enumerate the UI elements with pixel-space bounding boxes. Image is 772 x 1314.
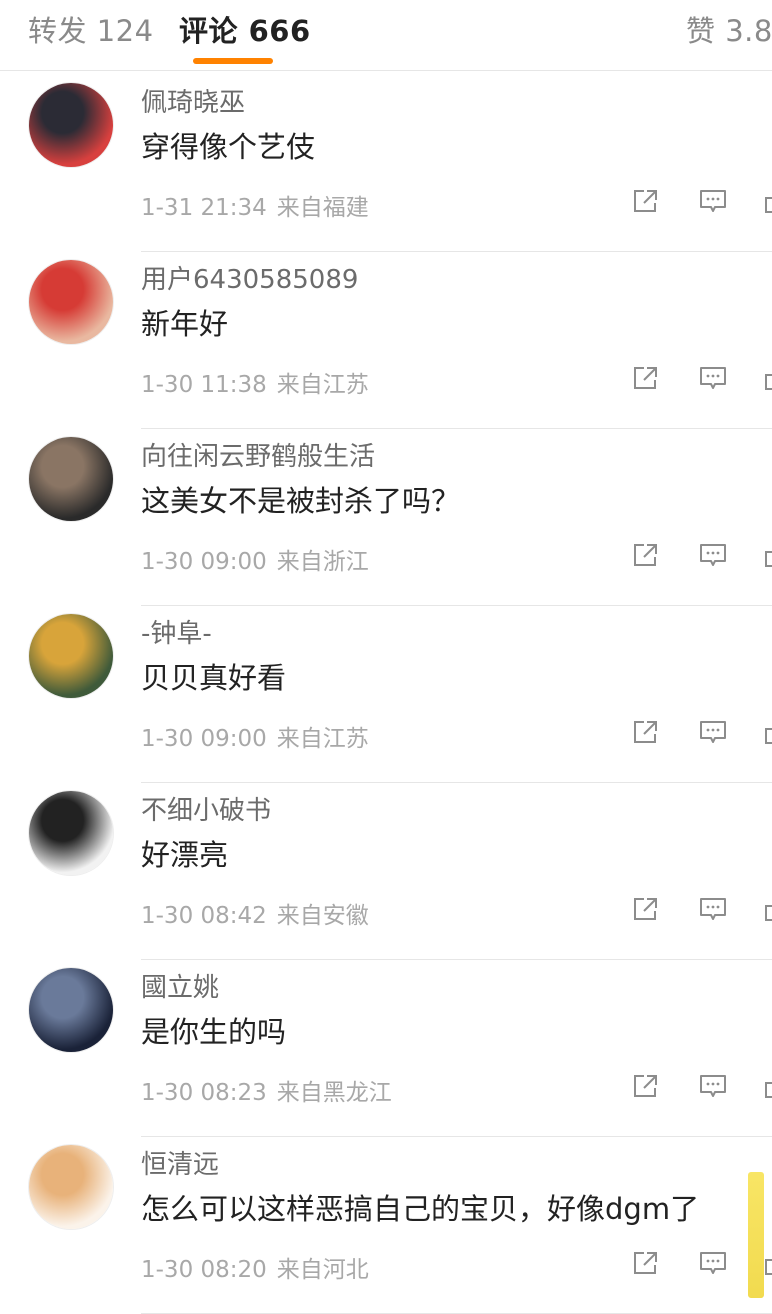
like-icon[interactable] xyxy=(762,188,772,214)
comment-item: -钟阜- 贝贝真好看 1-30 09:00 来自江苏 xyxy=(0,607,772,783)
active-tab-indicator xyxy=(193,58,273,64)
comment-time: 1-30 09:00 xyxy=(141,726,267,752)
comment-meta: 1-30 08:42 来自安徽 xyxy=(141,896,369,930)
reply-icon[interactable] xyxy=(699,542,727,568)
comment-meta: 1-31 21:34 来自福建 xyxy=(141,188,369,222)
share-icon[interactable] xyxy=(632,1250,660,1276)
comment-item: 國立姚 是你生的吗 1-30 08:23 来自黑龙江 xyxy=(0,961,772,1137)
comment-location: 来自河北 xyxy=(276,1257,369,1283)
comment-location: 来自安徽 xyxy=(276,903,369,929)
comment-location: 来自黑龙江 xyxy=(276,1080,392,1106)
avatar[interactable] xyxy=(28,1144,114,1230)
like-icon[interactable] xyxy=(762,542,772,568)
comment-text: 新年好 xyxy=(141,307,229,341)
avatar[interactable] xyxy=(28,613,114,699)
comment-location: 来自福建 xyxy=(276,195,369,221)
comment-time: 1-30 08:42 xyxy=(141,903,267,929)
comment-username[interactable]: 佩琦晓巫 xyxy=(141,82,245,119)
tab-repost[interactable]: 转发 124 xyxy=(28,8,154,50)
avatar[interactable] xyxy=(28,967,114,1053)
comment-text: 是你生的吗 xyxy=(141,1015,287,1049)
comment-meta: 1-30 09:00 来自浙江 xyxy=(141,542,369,576)
comment-text: 穿得像个艺伎 xyxy=(141,130,316,164)
comment-meta: 1-30 09:00 来自江苏 xyxy=(141,719,369,753)
share-icon[interactable] xyxy=(632,542,660,568)
comment-text: 怎么可以这样恶搞自己的宝贝，好像dgm了 xyxy=(141,1192,700,1226)
comment-item: 恒清远 怎么可以这样恶搞自己的宝贝，好像dgm了 1-30 08:20 来自河北 xyxy=(0,1138,772,1314)
comment-username[interactable]: 不细小破书 xyxy=(141,790,271,827)
share-icon[interactable] xyxy=(632,896,660,922)
divider xyxy=(141,605,772,606)
comment-meta: 1-30 11:38 来自江苏 xyxy=(141,365,369,399)
like-icon[interactable] xyxy=(762,719,772,745)
share-icon[interactable] xyxy=(632,1073,660,1099)
avatar[interactable] xyxy=(28,436,114,522)
reply-icon[interactable] xyxy=(699,719,727,745)
tab-likes[interactable]: 赞 3.8万 xyxy=(686,8,772,50)
comment-time: 1-31 21:34 xyxy=(141,195,267,221)
comment-username[interactable]: 恒清远 xyxy=(141,1144,219,1181)
comment-location: 来自江苏 xyxy=(276,372,369,398)
comment-location: 来自江苏 xyxy=(276,726,369,752)
divider xyxy=(141,1136,772,1137)
comment-item: 佩琦晓巫 穿得像个艺伎 1-31 21:34 来自福建 xyxy=(0,76,772,252)
comment-username[interactable]: 國立姚 xyxy=(141,967,219,1004)
comment-text: 贝贝真好看 xyxy=(141,661,287,695)
divider xyxy=(141,782,772,783)
reply-icon[interactable] xyxy=(699,188,727,214)
avatar[interactable] xyxy=(28,82,114,168)
comment-text: 好漂亮 xyxy=(141,838,229,872)
reply-icon[interactable] xyxy=(699,896,727,922)
comment-username[interactable]: 向往闲云野鹤般生活 xyxy=(141,436,375,473)
like-icon[interactable] xyxy=(762,365,772,391)
tab-comments[interactable]: 评论 666 xyxy=(179,8,311,50)
comment-time: 1-30 08:20 xyxy=(141,1257,267,1283)
share-icon[interactable] xyxy=(632,365,660,391)
like-icon[interactable] xyxy=(762,1073,772,1099)
reply-icon[interactable] xyxy=(699,1250,727,1276)
reply-icon[interactable] xyxy=(699,1073,727,1099)
divider xyxy=(141,428,772,429)
avatar[interactable] xyxy=(28,790,114,876)
comment-location: 来自浙江 xyxy=(276,549,369,575)
comment-item: 用户6430585089 新年好 1-30 11:38 来自江苏 xyxy=(0,253,772,429)
comment-time: 1-30 08:23 xyxy=(141,1080,267,1106)
comment-item: 向往闲云野鹤般生活 这美女不是被封杀了吗？ 1-30 09:00 来自浙江 xyxy=(0,430,772,606)
share-icon[interactable] xyxy=(632,719,660,745)
comment-text: 这美女不是被封杀了吗？ xyxy=(141,484,461,518)
comment-item: 不细小破书 好漂亮 1-30 08:42 来自安徽 xyxy=(0,784,772,960)
divider xyxy=(141,959,772,960)
comment-time: 1-30 11:38 xyxy=(141,372,267,398)
share-icon[interactable] xyxy=(632,188,660,214)
comment-time: 1-30 09:00 xyxy=(141,549,267,575)
comment-meta: 1-30 08:23 来自黑龙江 xyxy=(141,1073,392,1107)
comment-tabs-bar: 转发 124 评论 666 赞 3.8万 xyxy=(0,0,772,71)
comment-username[interactable]: 用户6430585089 xyxy=(141,259,358,296)
divider xyxy=(141,251,772,252)
comment-username[interactable]: -钟阜- xyxy=(141,613,212,650)
avatar[interactable] xyxy=(28,259,114,345)
reply-icon[interactable] xyxy=(699,365,727,391)
scroll-indicator[interactable] xyxy=(748,1172,764,1298)
like-icon[interactable] xyxy=(762,896,772,922)
comment-meta: 1-30 08:20 来自河北 xyxy=(141,1250,369,1284)
